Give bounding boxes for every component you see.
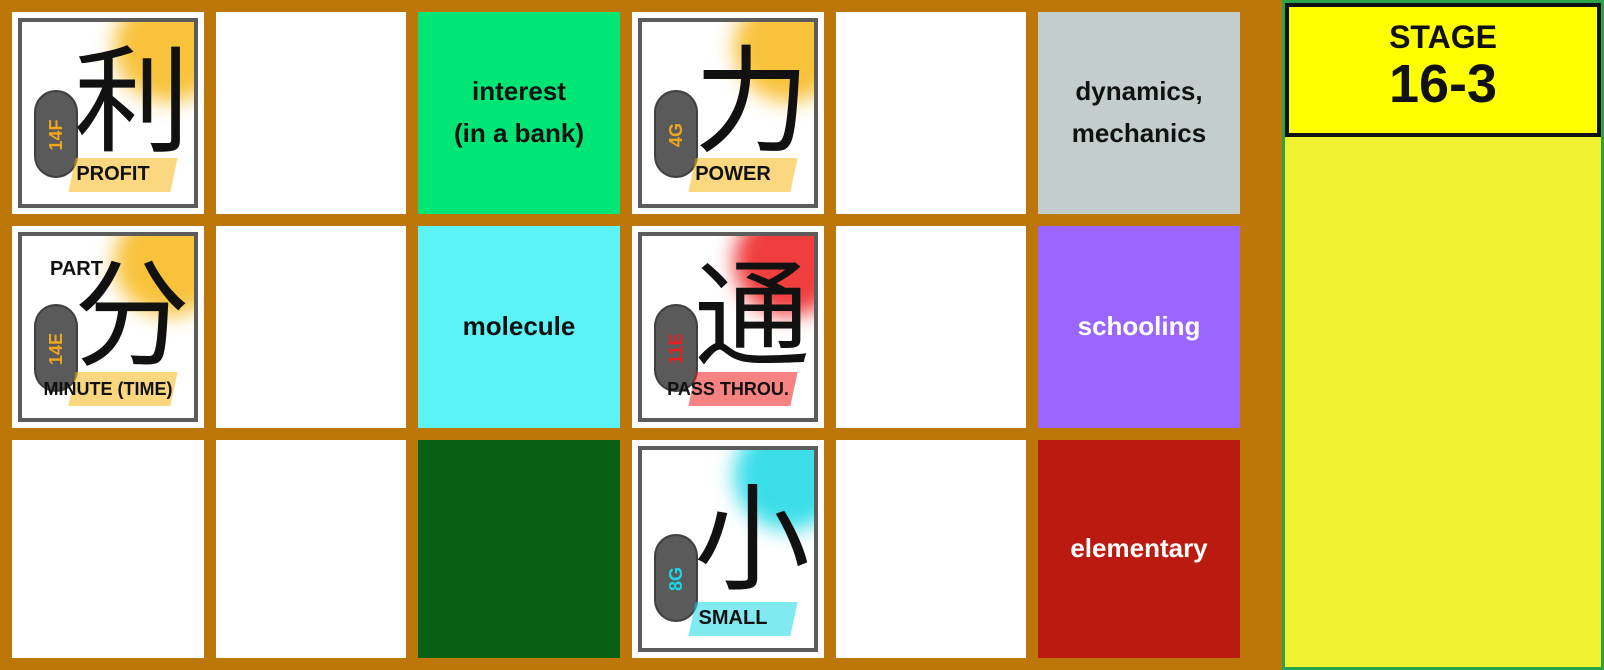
stage-label: STAGE bbox=[1389, 19, 1497, 55]
empty-slot[interactable] bbox=[216, 12, 406, 214]
kanji-level: 14E bbox=[45, 332, 66, 366]
kanji-meaning: PROFIT bbox=[76, 163, 150, 185]
kanji-level: 4G bbox=[665, 123, 686, 148]
kanji-card-pass-through[interactable]: 11E 通 PASS THROU. bbox=[632, 226, 824, 428]
word-text: elementary bbox=[1070, 533, 1208, 564]
kanji-glyph: 分 bbox=[74, 249, 190, 384]
kanji-level: 11E bbox=[665, 333, 686, 365]
kanji-meaning: PASS THROU. bbox=[667, 379, 789, 399]
kanji-glyph: 利 bbox=[74, 35, 190, 170]
kanji-card-profit[interactable]: 14F 利 PROFIT bbox=[12, 12, 204, 214]
kanji-glyph: 力 bbox=[694, 35, 810, 170]
empty-slot[interactable] bbox=[12, 440, 204, 658]
kanji-card-minute[interactable]: PART 14E 分 MINUTE (TIME) bbox=[12, 226, 204, 428]
card-frame: 8G 小 SMALL bbox=[638, 446, 818, 652]
word-text: molecule bbox=[462, 311, 576, 342]
card-frame: 14F 利 PROFIT bbox=[18, 18, 198, 208]
kanji-meaning: POWER bbox=[695, 163, 771, 185]
card-frame: 11E 通 PASS THROU. bbox=[638, 232, 818, 422]
kanji-level: 14F bbox=[45, 119, 66, 151]
kanji-level: 8G bbox=[665, 567, 686, 592]
empty-slot[interactable] bbox=[836, 12, 1026, 214]
word-tile-schooling[interactable]: schooling bbox=[1038, 226, 1240, 428]
word-tile-molecule[interactable]: molecule bbox=[418, 226, 620, 428]
word-tile-dynamics[interactable]: dynamics, mechanics bbox=[1038, 12, 1240, 214]
kanji-meaning: MINUTE (TIME) bbox=[43, 379, 173, 399]
empty-slot[interactable] bbox=[836, 226, 1026, 428]
card-frame: PART 14E 分 MINUTE (TIME) bbox=[18, 232, 198, 422]
stage-indicator: STAGE 16-3 bbox=[1285, 3, 1601, 137]
word-text: dynamics, mechanics bbox=[1071, 76, 1207, 148]
kanji-card-power[interactable]: 4G 力 POWER bbox=[632, 12, 824, 214]
word-tile-elementary[interactable]: elementary bbox=[1038, 440, 1240, 658]
empty-slot[interactable] bbox=[216, 226, 406, 428]
word-text: schooling bbox=[1077, 311, 1201, 342]
word-tile-blank-green[interactable] bbox=[418, 440, 620, 658]
empty-slot[interactable] bbox=[216, 440, 406, 658]
empty-slot[interactable] bbox=[836, 440, 1026, 658]
word-text: interest (in a bank) bbox=[453, 76, 584, 148]
kanji-glyph: 通 bbox=[694, 249, 810, 384]
game-board: 14F 利 PROFIT interest (in a bank) 4G 力 P… bbox=[0, 0, 1282, 670]
stage-number: 16-3 bbox=[1388, 54, 1498, 114]
kanji-glyph: 小 bbox=[694, 473, 810, 608]
kanji-card-small[interactable]: 8G 小 SMALL bbox=[632, 440, 824, 658]
kanji-meaning: SMALL bbox=[698, 607, 768, 629]
word-tile-interest[interactable]: interest (in a bank) bbox=[418, 12, 620, 214]
card-frame: 4G 力 POWER bbox=[638, 18, 818, 208]
